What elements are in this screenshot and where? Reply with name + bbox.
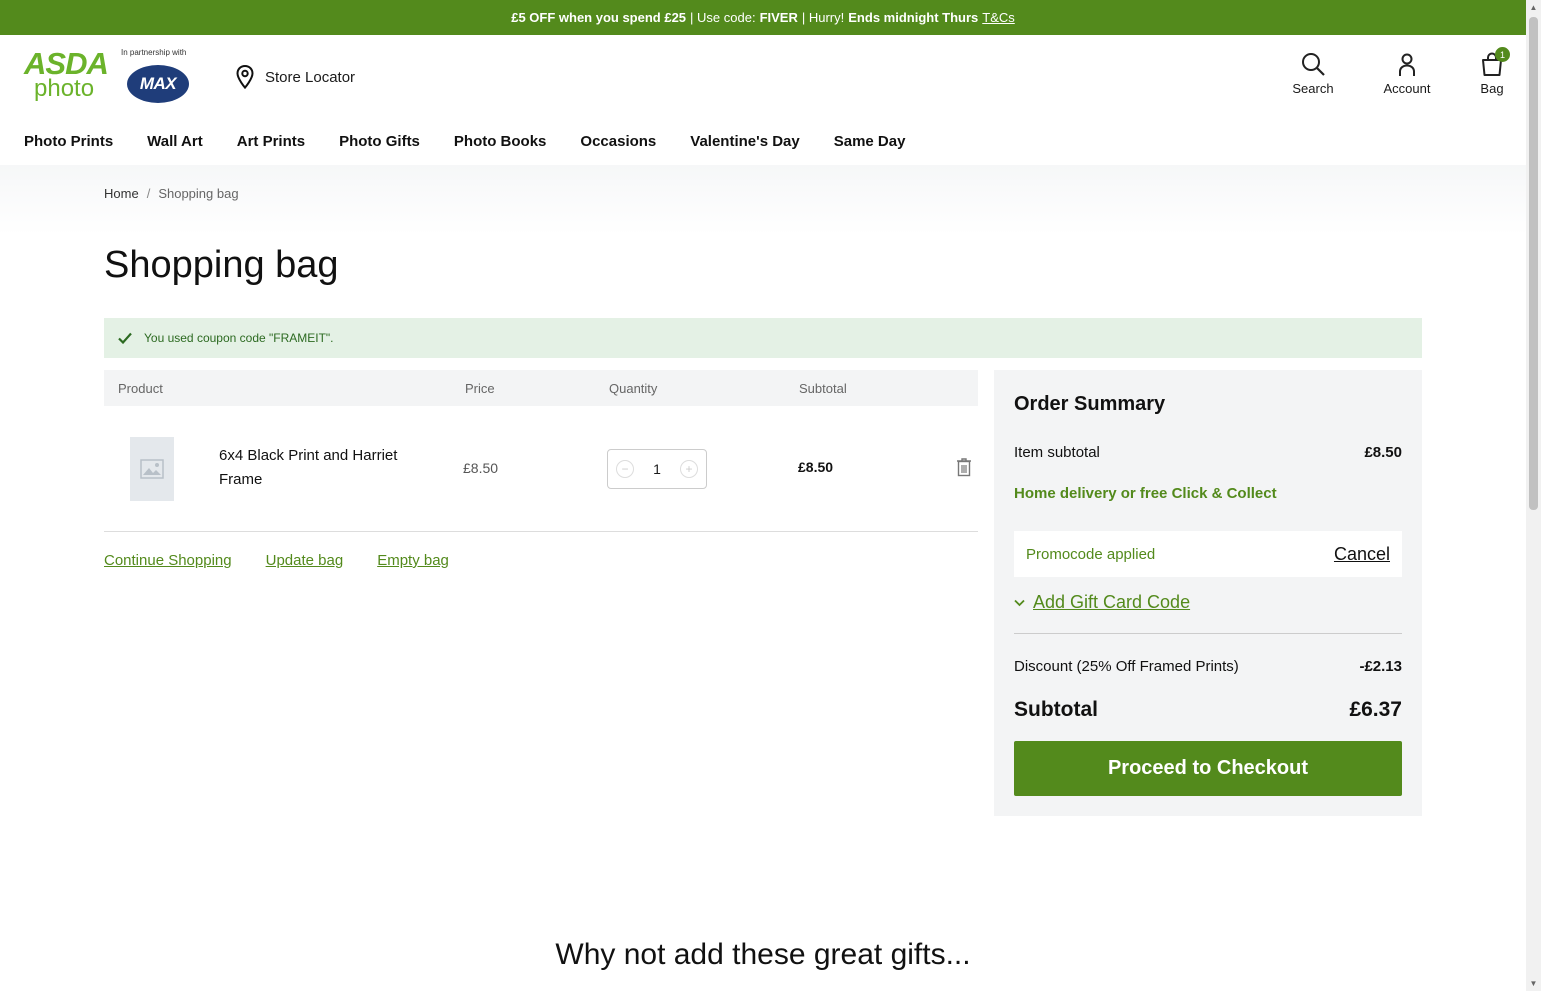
promocode-box: Promocode applied Cancel	[1014, 531, 1402, 577]
asda-photo-logo[interactable]: ASDA photo	[24, 48, 114, 105]
nav-art-prints[interactable]: Art Prints	[237, 133, 305, 150]
account-icon	[1399, 53, 1415, 76]
header-price: Price	[465, 380, 495, 396]
scrollbar-thumb[interactable]	[1529, 17, 1538, 510]
trash-icon	[957, 458, 971, 477]
nav-photo-gifts[interactable]: Photo Gifts	[339, 133, 420, 150]
delivery-info: Home delivery or free Click & Collect	[1014, 485, 1277, 502]
discount-row: Discount (25% Off Framed Prints) -£2.13	[1014, 658, 1402, 675]
nav-photo-books[interactable]: Photo Books	[454, 133, 547, 150]
scroll-down-arrow-icon[interactable]: ▼	[1529, 979, 1538, 988]
header-actions: Search Account 1 Bag	[1286, 47, 1510, 96]
line-subtotal: £8.50	[798, 459, 834, 475]
order-summary: Order Summary Item subtotal £8.50 Home d…	[994, 370, 1422, 816]
subtotal-label: Subtotal	[1014, 698, 1098, 721]
gift-suggestions-heading: Why not add these great gifts...	[555, 938, 971, 971]
discount-value: -£2.13	[1359, 658, 1402, 675]
bag-label: Bag	[1480, 81, 1504, 96]
cart-row: 6x4 Black Print and Harriet Frame £8.50 …	[104, 406, 978, 532]
subtotal-row: Subtotal £6.37	[1014, 698, 1402, 722]
partner-logo: In partnership with MAX	[121, 48, 197, 108]
page-title: Shopping bag	[104, 244, 339, 286]
max-logo-text: MAX	[139, 74, 177, 93]
promo-code-label: | Use code:	[690, 10, 756, 25]
store-locator-label: Store Locator	[265, 68, 356, 86]
promo-code: FIVER	[759, 10, 798, 25]
product-thumbnail[interactable]	[130, 437, 174, 501]
remove-item-button[interactable]	[956, 457, 972, 482]
main-nav: Photo Prints Wall Art Art Prints Photo G…	[24, 133, 905, 150]
subtotal-value: £6.37	[1349, 698, 1402, 721]
product-price: £8.50	[463, 460, 499, 476]
promo-deadline: Ends midnight Thurs	[848, 10, 979, 25]
image-placeholder-icon	[140, 459, 164, 479]
cart-actions: Continue Shopping Update bag Empty bag	[104, 552, 449, 569]
promo-banner: £5 OFF when you spend £25 | Use code: FI…	[0, 0, 1526, 35]
summary-divider	[1014, 633, 1402, 634]
site-header: ASDA photo In partnership with MAX Store…	[0, 35, 1526, 165]
header-quantity: Quantity	[609, 380, 658, 396]
account-button[interactable]: Account	[1380, 51, 1434, 96]
nav-photo-prints[interactable]: Photo Prints	[24, 133, 113, 150]
bag-button[interactable]: 1 Bag	[1474, 47, 1510, 96]
promo-offer: £5 OFF when you spend £25	[511, 10, 687, 25]
quantity-stepper: − 1 +	[607, 449, 707, 489]
partner-text: In partnership with	[121, 48, 187, 57]
quantity-input[interactable]: 1	[653, 461, 661, 477]
nav-occasions[interactable]: Occasions	[580, 133, 656, 150]
nav-same-day[interactable]: Same Day	[834, 133, 906, 150]
nav-valentines-day[interactable]: Valentine's Day	[690, 133, 799, 150]
item-subtotal-label: Item subtotal	[1014, 444, 1100, 461]
breadcrumb-separator: /	[146, 186, 151, 201]
store-locator-link[interactable]: Store Locator	[235, 65, 355, 89]
empty-bag-link[interactable]: Empty bag	[377, 552, 449, 569]
add-gift-card-label: Add Gift Card Code	[1033, 592, 1191, 612]
promo-terms-link[interactable]: T&Cs	[982, 10, 1015, 25]
scroll-up-arrow-icon[interactable]: ▲	[1529, 3, 1538, 12]
promo-separator: | Hurry!	[801, 10, 845, 25]
page-scrollbar[interactable]: ▲ ▼	[1526, 0, 1541, 991]
quantity-increase-button[interactable]: +	[679, 460, 698, 478]
breadcrumb: Home / Shopping bag	[104, 186, 239, 201]
breadcrumb-current: Shopping bag	[158, 186, 239, 201]
search-label: Search	[1292, 81, 1334, 96]
coupon-success-message: You used coupon code "FRAMEIT".	[104, 318, 1422, 358]
promocode-applied-label: Promocode applied	[1026, 545, 1156, 563]
breadcrumb-home[interactable]: Home	[104, 186, 139, 201]
update-bag-link[interactable]: Update bag	[266, 552, 344, 569]
search-button[interactable]: Search	[1286, 51, 1340, 96]
cart-table-header: Product Price Quantity Subtotal	[104, 370, 978, 406]
item-subtotal-row: Item subtotal £8.50	[1014, 444, 1402, 461]
continue-shopping-link[interactable]: Continue Shopping	[104, 552, 232, 569]
add-gift-card-toggle[interactable]: Add Gift Card Code	[1014, 592, 1190, 613]
account-label: Account	[1383, 81, 1431, 96]
max-logo: MAX	[127, 65, 189, 103]
product-name[interactable]: 6x4 Black Print and Harriet Frame	[219, 444, 419, 492]
checkmark-icon	[118, 332, 132, 344]
chevron-down-icon	[1014, 599, 1025, 606]
location-pin-icon	[236, 65, 254, 89]
proceed-to-checkout-button[interactable]: Proceed to Checkout	[1014, 741, 1402, 796]
quantity-decrease-button[interactable]: −	[616, 460, 634, 478]
item-subtotal-value: £8.50	[1364, 444, 1402, 461]
header-product: Product	[118, 380, 163, 396]
discount-label: Discount (25% Off Framed Prints)	[1014, 658, 1239, 675]
cart-table: Product Price Quantity Subtotal 6x4 Blac…	[104, 370, 978, 532]
nav-wall-art[interactable]: Wall Art	[147, 133, 203, 150]
order-summary-title: Order Summary	[1014, 393, 1166, 415]
search-icon	[1302, 53, 1325, 76]
cancel-promocode-link[interactable]: Cancel	[1334, 544, 1390, 565]
coupon-message-text: You used coupon code "FRAMEIT".	[144, 331, 334, 345]
bag-count-badge: 1	[1495, 47, 1510, 62]
header-subtotal: Subtotal	[799, 380, 847, 396]
